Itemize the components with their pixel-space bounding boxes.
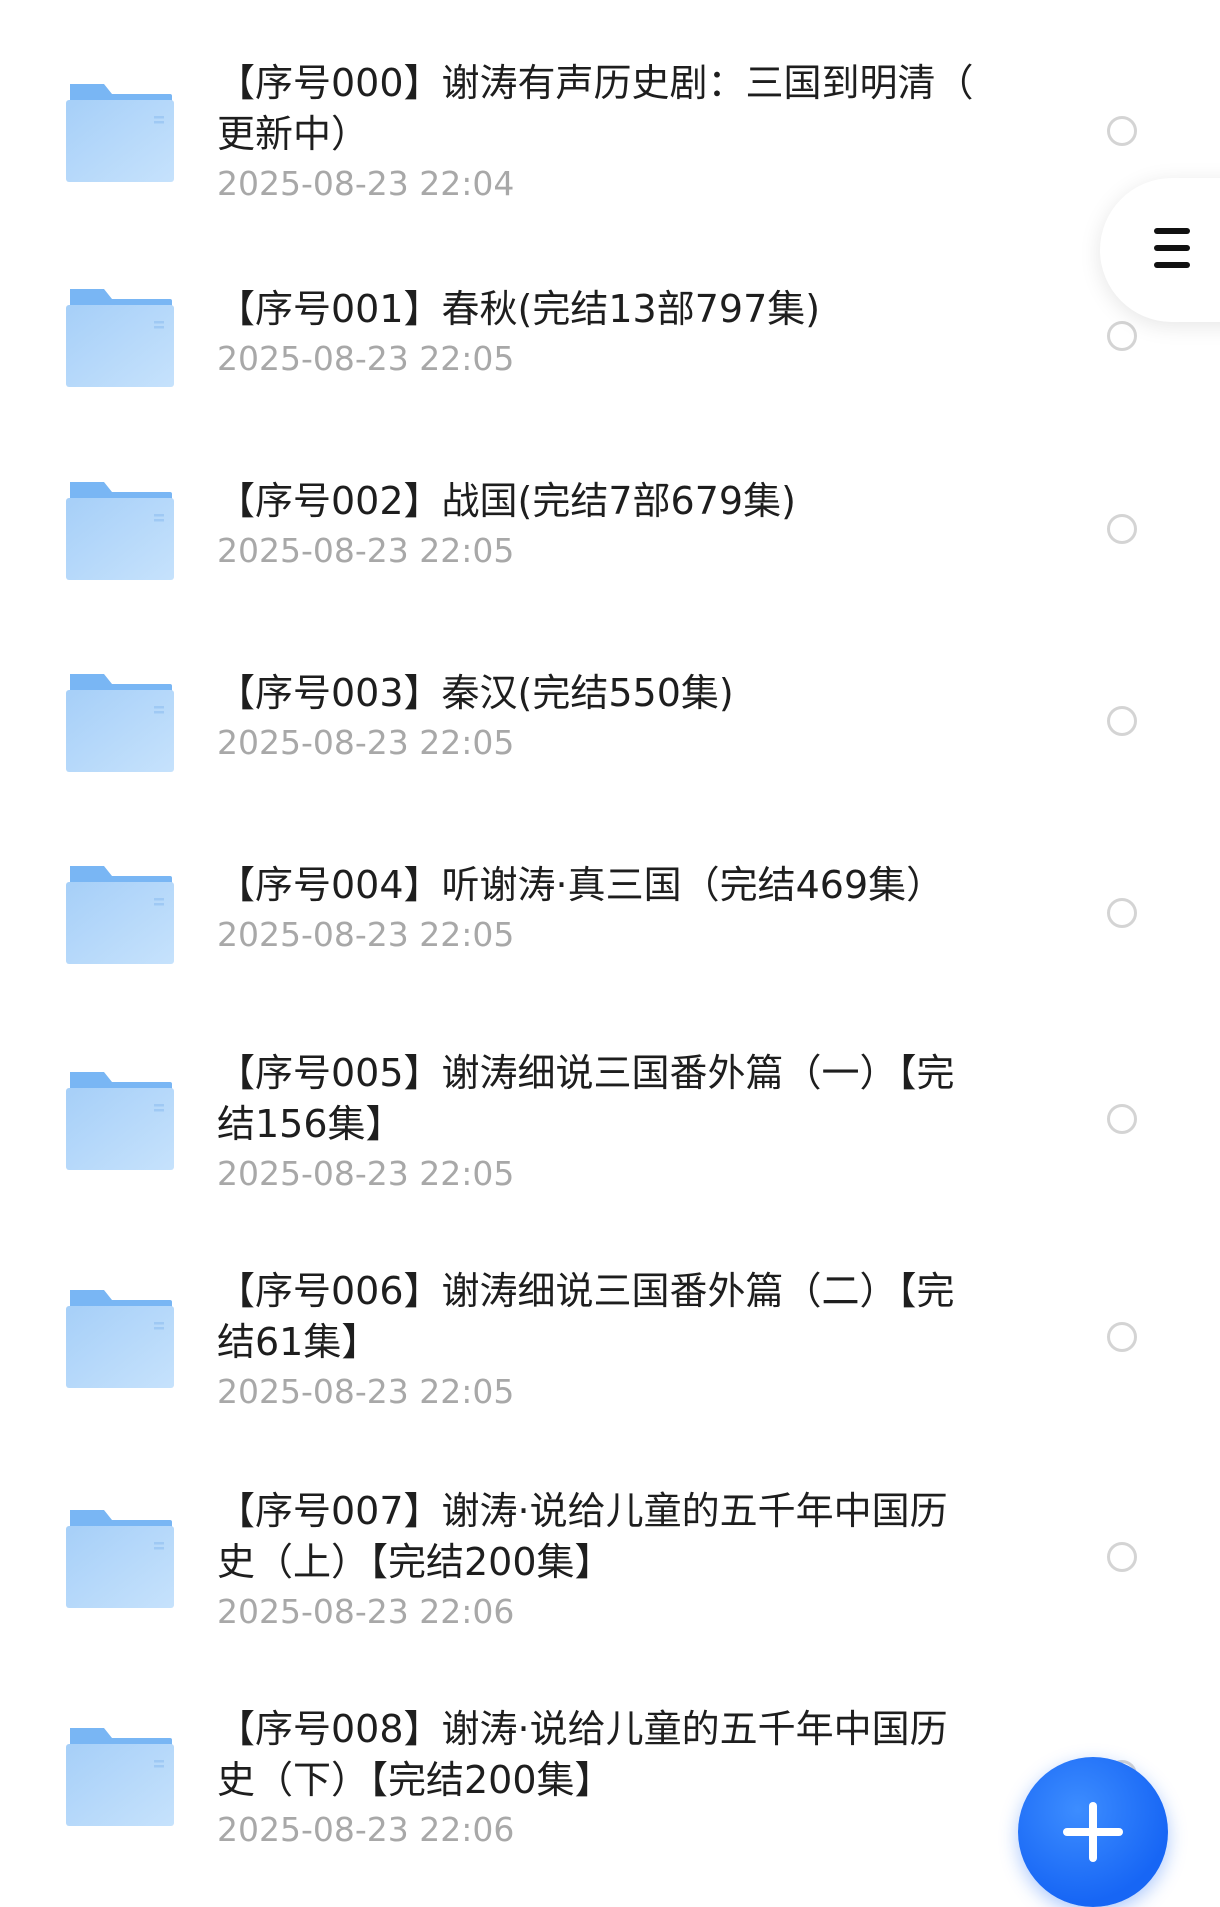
file-name-line: 【序号006】谢涛细说三国番外篇（二）【完 [217, 1269, 955, 1313]
file-name-line: 史（上）【完结200集】 [217, 1540, 613, 1584]
file-name-line: 【序号000】谢涛有声历史剧：三国到明清（ [217, 61, 974, 105]
modified-date: 2025-08-23 22:04 [217, 164, 515, 203]
modified-date: 2025-08-23 22:06 [217, 1810, 515, 1849]
modified-date: 2025-08-23 22:05 [217, 339, 515, 378]
file-name-line: 【序号004】听谢涛·真三国（完结469集） [217, 863, 945, 907]
modified-date: 2025-08-23 22:06 [217, 1592, 515, 1631]
folder-icon [66, 1726, 174, 1826]
modified-date: 2025-08-23 22:05 [217, 915, 515, 954]
file-name-line: 结61集】 [217, 1320, 380, 1364]
modified-date: 2025-08-23 22:05 [217, 1154, 515, 1193]
select-radio[interactable] [1107, 321, 1137, 351]
list-item[interactable]: 【序号004】听谢涛·真三国（完结469集） 2025-08-23 22:05 [0, 794, 1220, 986]
add-button[interactable] [1018, 1757, 1168, 1907]
modified-date: 2025-08-23 22:05 [217, 723, 515, 762]
folder-icon [66, 82, 174, 182]
folder-icon [66, 1508, 174, 1608]
select-radio[interactable] [1107, 1542, 1137, 1572]
modified-date: 2025-08-23 22:05 [217, 531, 515, 570]
file-name-line: 【序号005】谢涛细说三国番外篇（一）【完 [217, 1051, 955, 1095]
file-name-line: 结156集】 [217, 1102, 404, 1146]
file-name-line: 【序号007】谢涛·说给儿童的五千年中国历 [217, 1489, 948, 1533]
list-item[interactable]: 【序号007】谢涛·说给儿童的五千年中国历 史（上）【完结200集】 2025-… [0, 1424, 1220, 1642]
folder-icon [66, 864, 174, 964]
list-item[interactable]: 【序号006】谢涛细说三国番外篇（二）【完 结61集】 2025-08-23 2… [0, 1204, 1220, 1424]
folder-icon [66, 1288, 174, 1388]
modified-date: 2025-08-23 22:05 [217, 1372, 515, 1411]
select-radio[interactable] [1107, 1104, 1137, 1134]
list-item[interactable]: 【序号000】谢涛有声历史剧：三国到明清（ 更新中） 2025-08-23 22… [0, 0, 1220, 220]
select-radio[interactable] [1107, 116, 1137, 146]
file-list: 【序号000】谢涛有声历史剧：三国到明清（ 更新中） 2025-08-23 22… [0, 0, 1220, 1897]
file-name-line: 【序号008】谢涛·说给儿童的五千年中国历 [217, 1707, 948, 1751]
list-item[interactable]: 【序号001】春秋(完结13部797集) 2025-08-23 22:05 [0, 220, 1220, 410]
select-radio[interactable] [1107, 898, 1137, 928]
file-name-line: 【序号003】秦汉(完结550集) [217, 671, 734, 715]
list-item[interactable]: 【序号002】战国(完结7部679集) 2025-08-23 22:05 [0, 410, 1220, 602]
select-radio[interactable] [1107, 706, 1137, 736]
select-radio[interactable] [1107, 1322, 1137, 1352]
folder-icon [66, 1070, 174, 1170]
menu-icon [1154, 228, 1190, 268]
folder-icon [66, 672, 174, 772]
file-name-line: 更新中） [217, 112, 370, 156]
file-name-line: 【序号001】春秋(完结13部797集) [217, 287, 821, 331]
list-item[interactable]: 【序号005】谢涛细说三国番外篇（一）【完 结156集】 2025-08-23 … [0, 986, 1220, 1204]
file-name-line: 【序号002】战国(完结7部679集) [217, 479, 796, 523]
folder-icon [66, 480, 174, 580]
select-radio[interactable] [1107, 514, 1137, 544]
list-item[interactable]: 【序号003】秦汉(完结550集) 2025-08-23 22:05 [0, 602, 1220, 794]
file-name-line: 史（下）【完结200集】 [217, 1758, 613, 1802]
folder-icon [66, 287, 174, 387]
